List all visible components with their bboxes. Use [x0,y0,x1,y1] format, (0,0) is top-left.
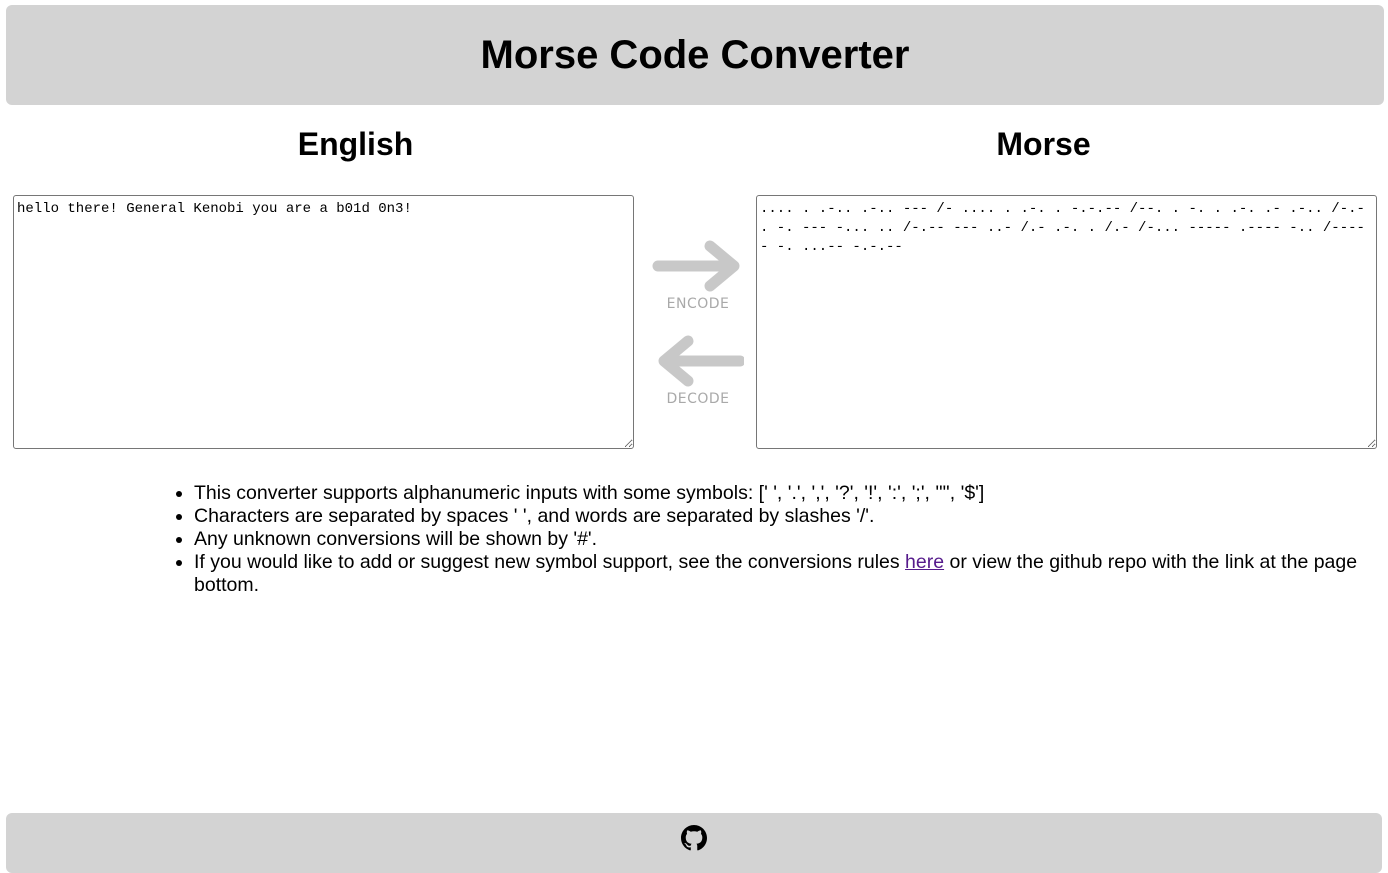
page-header: Morse Code Converter [6,5,1384,105]
info-list: This converter supports alphanumeric inp… [154,482,1388,597]
page-footer [6,813,1382,873]
info-item-separators: Characters are separated by spaces ' ', … [194,505,1388,528]
info-suggest-text-before: If you would like to add or suggest new … [194,551,906,573]
github-icon[interactable] [681,825,707,851]
morse-title: Morse [996,126,1091,162]
info-item-suggest: If you would like to add or suggest new … [194,551,1388,597]
morse-textarea[interactable] [756,195,1377,449]
arrow-left-icon [658,335,744,387]
info-item-symbols: This converter supports alphanumeric inp… [194,482,1388,505]
encode-button[interactable]: ENCODE [650,238,746,312]
english-title: English [297,126,414,162]
decode-button[interactable]: DECODE [650,333,746,407]
english-textarea[interactable] [13,195,634,449]
decode-label: DECODE [666,391,730,407]
page-title: Morse Code Converter [480,32,910,77]
conversion-rules-link[interactable]: here [905,551,944,573]
info-item-unknown: Any unknown conversions will be shown by… [194,528,1388,551]
arrow-right-icon [652,240,740,292]
encode-label: ENCODE [666,296,730,312]
